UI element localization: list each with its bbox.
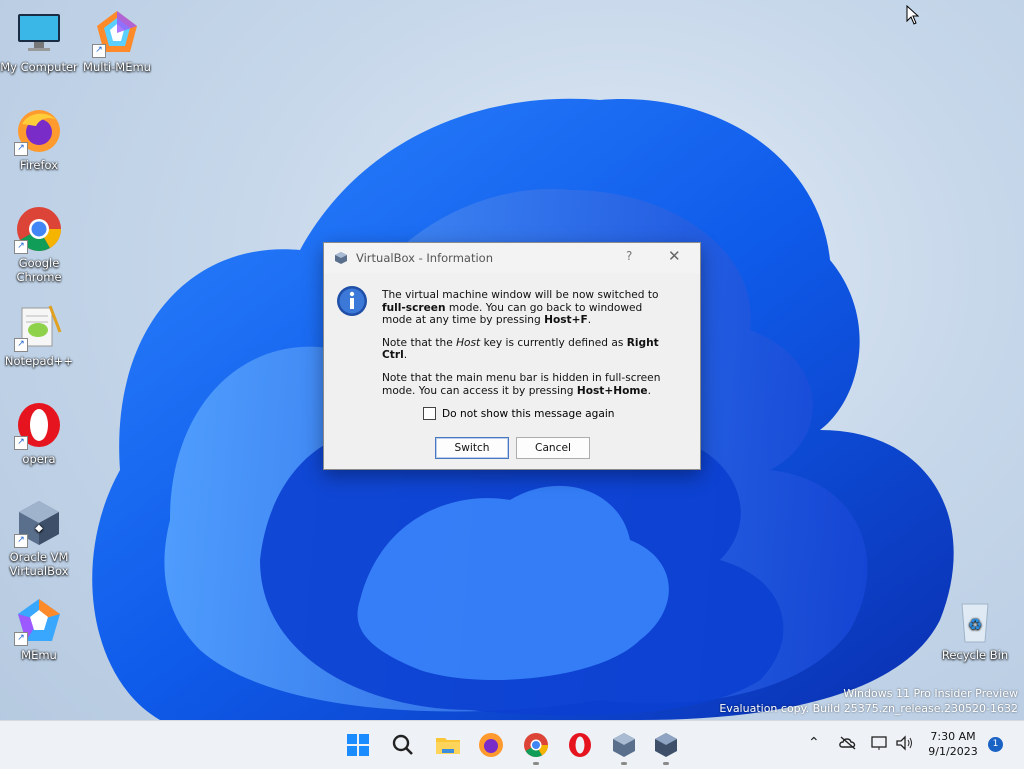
windows-watermark: Windows 11 Pro Insider Preview Evaluatio… — [719, 686, 1018, 716]
dialog-message: The virtual machine window will be now s… — [382, 289, 664, 407]
chrome-icon: ↗ — [14, 204, 64, 254]
mouse-cursor-icon — [906, 5, 920, 25]
dialog-title-bar[interactable]: VirtualBox - Information ? ✕ — [324, 243, 700, 273]
desktop-icon-firefox[interactable]: ↗ Firefox — [0, 106, 78, 172]
desktop-icon-label: opera — [22, 452, 56, 466]
desktop-icon-my-computer[interactable]: My Computer — [0, 8, 78, 74]
virtualbox-icon: ◆ ↗ — [14, 498, 64, 548]
multi-memu-icon: ↗ — [92, 8, 142, 58]
shortcut-arrow-icon: ↗ — [14, 632, 28, 646]
taskbar: ⌃ 7:30 AM 9/1/2023 1 — [0, 720, 1024, 769]
desktop-icon-label: Notepad++ — [4, 354, 74, 368]
opera-icon: ↗ — [14, 400, 64, 450]
desktop-icon-label: Firefox — [19, 158, 59, 172]
windows-start-icon[interactable] — [344, 731, 372, 759]
desktop-icon-notepadpp[interactable]: ↗ Notepad++ — [0, 302, 78, 368]
dialog-title: VirtualBox - Information — [356, 251, 493, 265]
svg-text:◆: ◆ — [35, 523, 43, 534]
clock-time: 7:30 AM — [930, 730, 976, 743]
shortcut-arrow-icon: ↗ — [92, 44, 106, 58]
desktop-icon-virtualbox[interactable]: ◆ ↗ Oracle VM VirtualBox — [0, 498, 78, 578]
dont-show-again-row[interactable]: Do not show this message again — [423, 407, 615, 420]
firefox-icon: ↗ — [14, 106, 64, 156]
firefox-icon[interactable] — [477, 731, 505, 759]
shortcut-arrow-icon: ↗ — [14, 338, 28, 352]
virtualbox-icon[interactable] — [610, 731, 638, 765]
onedrive-offline-icon[interactable] — [838, 735, 858, 751]
volume-icon[interactable] — [895, 735, 915, 751]
system-clock[interactable]: 7:30 AM 9/1/2023 — [922, 729, 984, 759]
show-hidden-icons-chevron-icon[interactable]: ⌃ — [808, 735, 820, 751]
desktop-icon-label: Multi-MEmu — [83, 60, 151, 74]
shortcut-arrow-icon: ↗ — [14, 436, 28, 450]
info-icon — [337, 286, 367, 316]
watermark-line-1: Windows 11 Pro Insider Preview — [843, 687, 1018, 700]
desktop-icon-label: MEmu — [21, 648, 57, 662]
switch-button[interactable]: Switch — [435, 437, 509, 459]
desktop-icon-chrome[interactable]: ↗ Google Chrome — [0, 204, 78, 284]
shortcut-arrow-icon: ↗ — [14, 240, 28, 254]
cancel-button[interactable]: Cancel — [516, 437, 590, 459]
desktop-icon-multi-memu[interactable]: ↗ Multi-MEmu — [78, 8, 156, 74]
virtualbox-info-dialog: VirtualBox - Information ? ✕ The virtual… — [323, 242, 701, 470]
dont-show-again-checkbox[interactable] — [423, 407, 436, 420]
desktop-icon-label: My Computer — [0, 60, 78, 74]
desktop-icon-memu[interactable]: ↗ MEmu — [0, 596, 78, 662]
running-indicator — [663, 762, 669, 765]
search-icon[interactable] — [389, 731, 417, 759]
help-button[interactable]: ? — [626, 249, 632, 263]
chrome-icon[interactable] — [522, 731, 550, 765]
virtualbox-vm-icon[interactable] — [652, 731, 680, 765]
memu-icon: ↗ — [14, 596, 64, 646]
desktop-icon-label: Oracle VM VirtualBox — [9, 550, 69, 578]
notification-badge[interactable]: 1 — [988, 737, 1003, 752]
desktop-icon-label: Recycle Bin — [941, 648, 1009, 662]
running-indicator — [621, 762, 627, 765]
virtualbox-icon — [335, 252, 347, 264]
desktop-icon-recycle-bin[interactable]: ♻ Recycle Bin — [936, 596, 1014, 662]
desktop-icon-label: Google Chrome — [16, 256, 62, 284]
recycle-bin-icon: ♻ — [950, 596, 1000, 646]
shortcut-arrow-icon: ↗ — [14, 534, 28, 548]
message-paragraph-3: Note that the main menu bar is hidden in… — [382, 371, 661, 397]
running-indicator — [533, 762, 539, 765]
close-button[interactable]: ✕ — [668, 247, 681, 265]
watermark-line-2: Evaluation copy. Build 25375.zn_release.… — [719, 702, 1018, 715]
shortcut-arrow-icon: ↗ — [14, 142, 28, 156]
message-paragraph-2: Note that the Host key is currently defi… — [382, 336, 659, 362]
message-paragraph-1: The virtual machine window will be now s… — [382, 289, 659, 327]
opera-icon[interactable] — [566, 731, 594, 759]
dont-show-again-label[interactable]: Do not show this message again — [442, 408, 615, 420]
clock-date: 9/1/2023 — [928, 745, 978, 758]
svg-text:♻: ♻ — [968, 615, 982, 634]
network-icon[interactable] — [870, 735, 890, 751]
monitor-icon — [14, 8, 64, 58]
desktop-icon-opera[interactable]: ↗ opera — [0, 400, 78, 466]
file-explorer-icon[interactable] — [434, 731, 462, 759]
notepadpp-icon: ↗ — [14, 302, 64, 352]
